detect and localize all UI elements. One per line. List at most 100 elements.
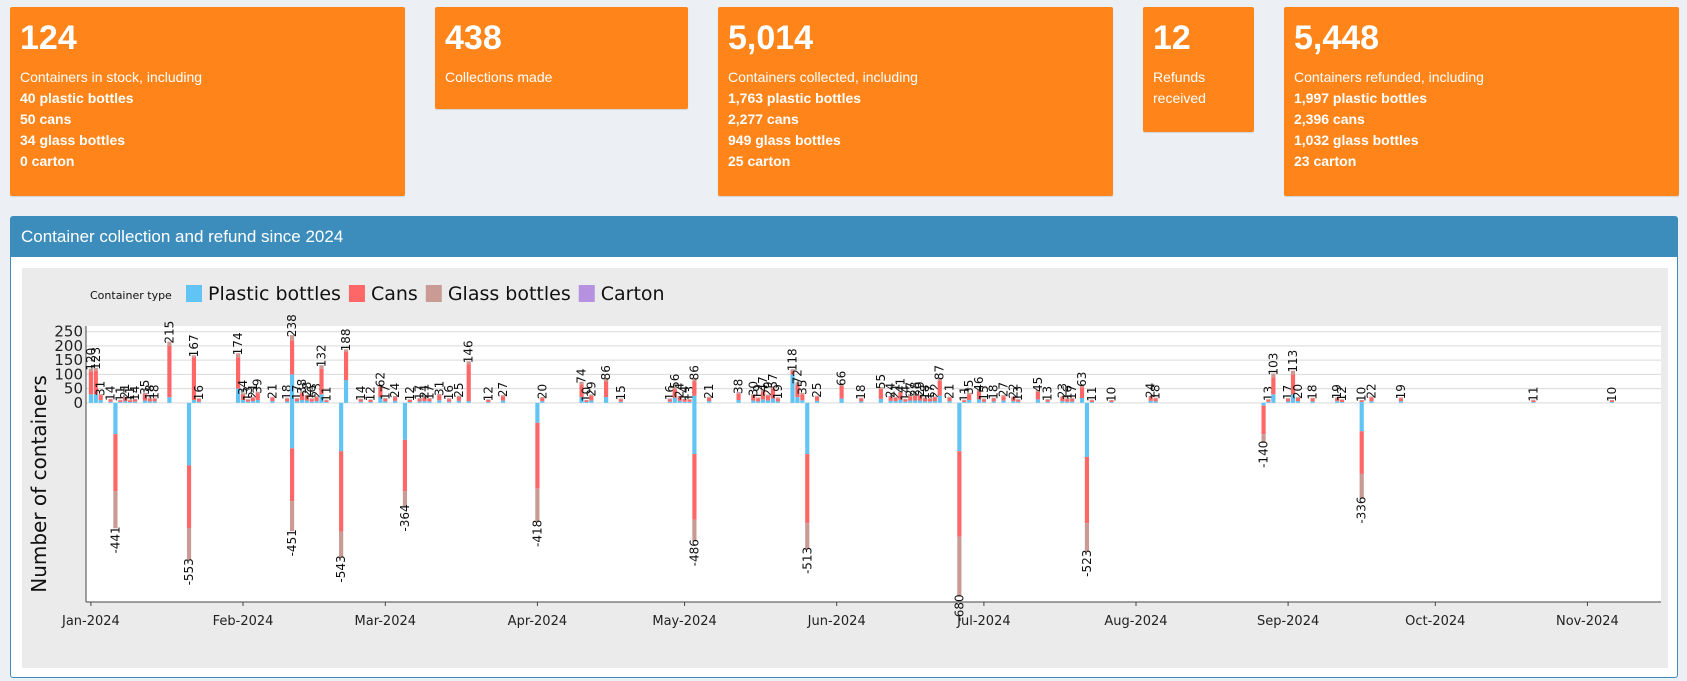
- bar-value-label: 188: [339, 328, 353, 351]
- bar-value-label: 118: [786, 348, 800, 371]
- legend-label: Plastic bottles: [208, 283, 341, 305]
- bar-segment: [1153, 401, 1158, 403]
- bar-segment: [383, 401, 388, 403]
- tile-line: 34 glass bottles: [20, 132, 126, 148]
- bar-value-label: 63: [1075, 372, 1089, 387]
- bar-segment: [535, 422, 540, 489]
- bar-value-label: 18: [1149, 384, 1163, 399]
- bar-segment: [1065, 401, 1070, 403]
- bar-segment: [113, 402, 118, 435]
- bar-value-label: 18: [1306, 384, 1320, 399]
- bar-value-label: 19: [1394, 384, 1408, 399]
- bar-segment: [932, 401, 937, 403]
- bar-segment: [927, 401, 933, 403]
- bar-segment: [402, 402, 408, 440]
- bar-segment: [108, 401, 113, 403]
- tile-line: 949 glass bottles: [728, 132, 841, 148]
- bar-value-label: 22: [1365, 383, 1379, 398]
- bar-segment: [88, 371, 93, 395]
- tile-value: 124: [20, 19, 77, 57]
- bar-value-label: 25: [452, 382, 466, 397]
- bar-segment: [736, 399, 741, 403]
- bar-segment: [707, 401, 712, 403]
- legend-swatch: [186, 285, 202, 302]
- bar-value-label: -140: [1257, 441, 1271, 468]
- bar-value-label: 15: [614, 385, 628, 400]
- bar-value-label: 25: [810, 382, 824, 397]
- bar-segment: [1310, 401, 1315, 403]
- tile-value: 438: [445, 19, 502, 57]
- tile-line: 0 carton: [20, 153, 75, 169]
- bar-value-label: 86: [599, 365, 613, 380]
- bar-value-label: 167: [187, 334, 201, 357]
- tile-line: 23 carton: [1294, 153, 1357, 169]
- bar-segment: [878, 388, 883, 399]
- bar-value-label: -543: [334, 555, 348, 582]
- bar-segment: [535, 488, 540, 522]
- chart-panel: Container collection and refund since 20…: [10, 216, 1678, 678]
- bar-segment: [466, 364, 471, 402]
- bar-value-label: -441: [108, 526, 122, 553]
- bar-value-label: 20: [535, 384, 549, 399]
- tile-value: 12: [1153, 19, 1191, 57]
- refunds-tile: 12 Refunds received: [1143, 7, 1254, 132]
- bar-value-label: 29: [584, 381, 598, 396]
- bar-value-label: 86: [687, 365, 701, 380]
- bar-segment: [1070, 401, 1075, 403]
- x-tick-label: Feb-2024: [213, 614, 274, 629]
- bar-segment: [957, 402, 962, 452]
- tile-description: Refunds received: [1153, 69, 1206, 106]
- bar-segment: [604, 381, 609, 398]
- bar-segment: [814, 400, 820, 403]
- bar-segment: [913, 400, 918, 403]
- bar-value-label: 18: [148, 384, 162, 399]
- bar-value-label: 11: [319, 386, 333, 401]
- bar-segment: [1079, 387, 1085, 398]
- bar-segment: [294, 401, 300, 403]
- bar-value-label: 18: [854, 384, 868, 399]
- bar-segment: [500, 400, 506, 403]
- bar-segment: [1359, 431, 1364, 474]
- bar-segment: [1001, 400, 1006, 403]
- bar-segment: [402, 491, 408, 507]
- collected-tile: 5,014 Containers collected, including 1,…: [718, 7, 1113, 196]
- x-tick-label: Mar-2024: [355, 614, 416, 629]
- bar-segment: [358, 401, 363, 403]
- bar-segment: [888, 400, 893, 403]
- bar-segment: [991, 401, 996, 403]
- legend-label: Cans: [371, 283, 418, 305]
- bar-segment: [343, 351, 349, 381]
- bar-value-label: -336: [1355, 496, 1369, 523]
- bar-segment: [692, 395, 697, 403]
- bar-segment: [285, 401, 290, 403]
- bar-segment: [299, 399, 304, 403]
- y-axis-label: Number of containers: [27, 375, 51, 593]
- x-tick-label: Oct-2024: [1405, 614, 1465, 629]
- bar-segment: [692, 454, 697, 520]
- bar-value-label: 123: [89, 347, 103, 370]
- bar-value-label: 146: [462, 340, 476, 363]
- bar-value-label: 27: [496, 382, 510, 397]
- bar-value-label: 13: [1041, 386, 1055, 401]
- bar-segment: [761, 399, 766, 403]
- bar-segment: [339, 402, 344, 452]
- bar-segment: [186, 402, 192, 466]
- bar-value-label: 12: [1335, 386, 1349, 401]
- bar-segment: [692, 402, 697, 455]
- bar-value-label: 174: [231, 332, 245, 355]
- legend-swatch: [425, 285, 442, 302]
- bar-segment: [1359, 402, 1364, 432]
- bar-value-label: 132: [315, 344, 329, 367]
- bar-segment: [1369, 401, 1374, 403]
- bar-segment: [1271, 377, 1276, 395]
- bar-segment: [775, 401, 780, 403]
- bar-segment: [859, 401, 864, 403]
- bar-segment: [289, 340, 295, 375]
- bar-value-label: -553: [182, 558, 196, 585]
- bar-value-label: 103: [1266, 353, 1280, 376]
- bar-segment: [255, 399, 260, 403]
- panel-title: Container collection and refund since 20…: [11, 217, 1677, 257]
- x-tick-label: Apr-2024: [508, 614, 567, 629]
- bar-value-label: 21: [702, 384, 716, 399]
- bar-value-label: -364: [398, 504, 412, 531]
